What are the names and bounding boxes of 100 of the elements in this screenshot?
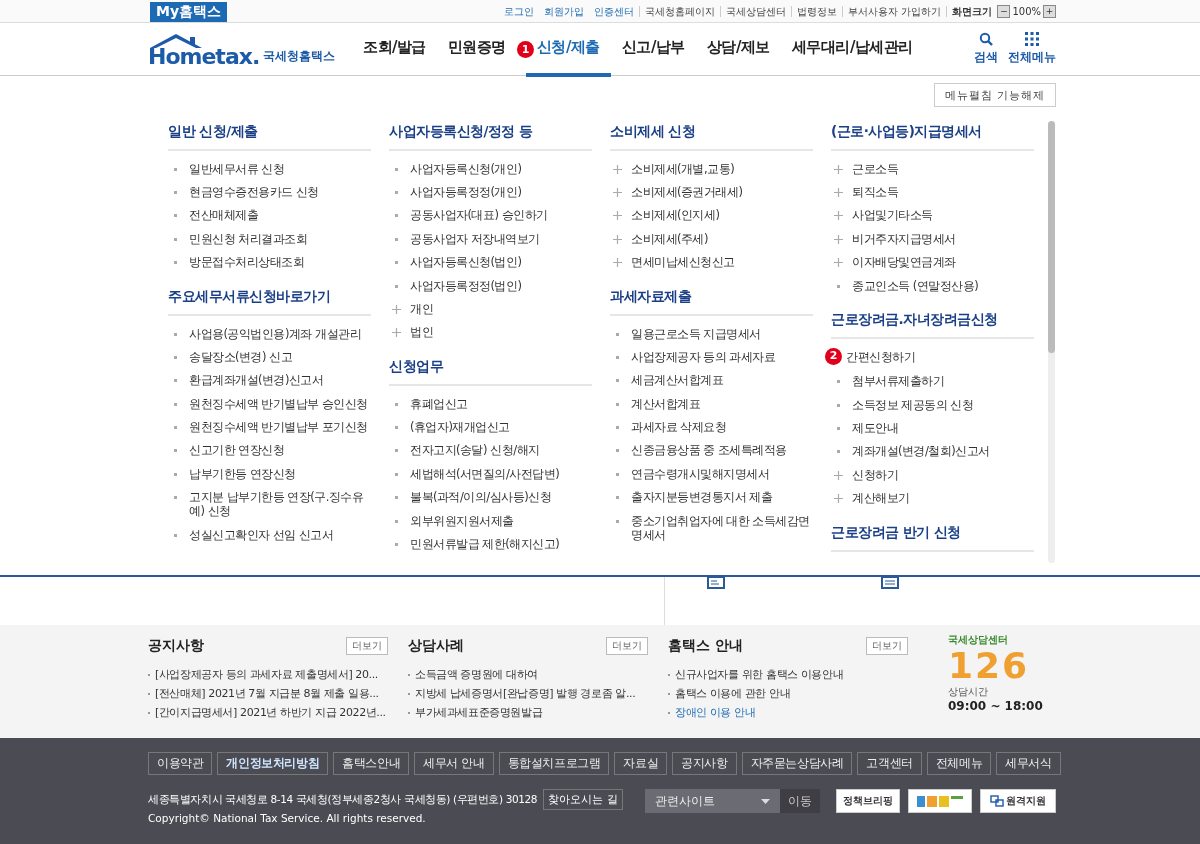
menu-link[interactable]: 신종금융상품 중 조세특례적용 — [631, 443, 787, 458]
search-button[interactable]: 검색 — [974, 32, 998, 66]
menu-link[interactable]: 사업자등록신청(개인) — [410, 161, 522, 176]
logo-wordmark[interactable]: Hometax. — [148, 44, 260, 69]
site-select[interactable]: 관련사이트 — [645, 789, 780, 813]
menu-link[interactable]: 소비제세(증권거래세) — [631, 185, 743, 200]
menu-link[interactable]: 원천징수세액 반기별납부 승인신청 — [189, 396, 368, 411]
menu-link[interactable]: 원천징수세액 반기별납부 포기신청 — [189, 420, 368, 435]
menu-toggle-button[interactable]: 메뉴펼침 기능해제 — [933, 83, 1056, 107]
menu-link[interactable]: 이자배당및연금계좌 — [852, 255, 956, 270]
menu-link[interactable]: 사업자등록정정(법인) — [410, 278, 522, 293]
menu-link[interactable]: 비거주자지급명세서 — [852, 231, 956, 246]
footer-link[interactable]: 개인정보처리방침 — [217, 752, 329, 775]
menu-link[interactable]: 세법해석(서면질의/사전답변) — [410, 466, 560, 481]
menu-link[interactable]: 과세자료 삭제요청 — [631, 420, 727, 435]
menu-link[interactable]: 사업자등록정정(개인) — [410, 185, 522, 200]
footer-link[interactable]: 자주묻는상담사례 — [741, 752, 853, 775]
menu-link[interactable]: 민원신청 처리결과조회 — [189, 231, 308, 246]
news-link[interactable]: [전산매체] 2021년 7월 지급분 8월 제출 일용... — [155, 684, 379, 703]
menu-link[interactable]: 사업자등록신청(법인) — [410, 255, 522, 270]
more-button[interactable]: 더보기 — [346, 637, 388, 655]
menu-link[interactable]: 세금계산서합계표 — [631, 373, 723, 388]
menu-link[interactable]: 소득정보 제공동의 신청 — [852, 397, 974, 412]
menu-link[interactable]: 계좌개설(변경/철회)신고서 — [852, 444, 990, 459]
menu-link[interactable]: 신고기한 연장신청 — [189, 443, 285, 458]
top-link[interactable]: 로그인 — [499, 5, 540, 17]
news-link[interactable]: [간이지급명세서] 2021년 하반기 지급 2022년... — [155, 703, 386, 722]
menu-link[interactable]: 사업및기타소득 — [852, 208, 933, 223]
my-hometax-button[interactable]: My홈택스 — [150, 2, 228, 22]
menu-link[interactable]: 공동사업자(대표) 승인하기 — [410, 208, 548, 223]
go-button[interactable]: 이동 — [780, 789, 820, 813]
menu-link[interactable]: 전산매체제출 — [189, 208, 258, 223]
footer-link[interactable]: 세무서 안내 — [414, 752, 494, 775]
menu-link[interactable]: 휴폐업신고 — [410, 396, 468, 411]
menu-link[interactable]: 전자고지(송달) 신청/해지 — [410, 443, 540, 458]
news-link[interactable]: 신규사업자를 위한 홈택스 이용안내 — [675, 665, 844, 684]
menu-link[interactable]: 개인 — [410, 301, 433, 316]
news-link[interactable]: 장애인 이용 안내 — [675, 703, 756, 722]
menu-link[interactable]: 연금수령개시및해지명세서 — [631, 466, 769, 481]
scrollbar-thumb[interactable] — [1048, 121, 1055, 353]
menu-link[interactable]: 일용근로소득 지급명세서 — [631, 326, 761, 341]
menu-link[interactable]: 계산해보기 — [852, 491, 910, 506]
menu-link[interactable]: 민원서류발급 제한(해지신고) — [410, 536, 560, 551]
menu-link[interactable]: 외부위원지원서제출 — [410, 513, 514, 528]
footer-link[interactable]: 이용약관 — [148, 752, 213, 775]
top-link[interactable]: 부서사용자 가입하기 — [842, 5, 947, 17]
center-logo-button[interactable] — [908, 789, 972, 813]
nav-tab[interactable]: 신고/납부 — [610, 21, 696, 77]
menu-link[interactable]: 근로소득 — [852, 161, 898, 176]
footer-link[interactable]: 공지사항 — [672, 752, 737, 775]
menu-link[interactable]: 방문접수처리상태조회 — [189, 255, 304, 270]
more-button[interactable]: 더보기 — [866, 637, 908, 655]
menu-link[interactable]: 소비제세(개별,교통) — [631, 161, 735, 176]
menu-link[interactable]: 고지분 납부기한등 연장(구.징수유예) 신청 — [189, 490, 371, 519]
menu-link[interactable]: 일반세무서류 신청 — [189, 161, 285, 176]
menu-link[interactable]: 출자지분등변경통지서 제출 — [631, 490, 773, 505]
top-link[interactable]: 국세상담센터 — [720, 5, 792, 17]
footer-link[interactable]: 전체메뉴 — [926, 752, 992, 775]
menu-link[interactable]: (휴업자)재개업신고 — [410, 420, 510, 435]
menu-link[interactable]: 소비제세(인지세) — [631, 208, 720, 223]
news-link[interactable]: 홈택스 이용에 관한 안내 — [675, 684, 791, 703]
menu-link[interactable]: 신청하기 — [852, 467, 898, 482]
menu-link[interactable]: 공동사업자 저장내역보기 — [410, 231, 540, 246]
menu-link[interactable]: 환급계좌개설(변경)신고서 — [189, 373, 324, 388]
footer-link[interactable]: 통합설치프로그램 — [498, 752, 610, 775]
menu-link[interactable]: 성실신고확인자 선임 신고서 — [189, 527, 334, 542]
scrollbar[interactable] — [1048, 121, 1055, 563]
footer-link[interactable]: 세무서식 — [996, 752, 1061, 775]
news-link[interactable]: 부가세과세표준증명원발급 — [415, 703, 543, 722]
footer-link[interactable]: 자료실 — [614, 752, 668, 775]
logo-name[interactable]: 국세청홈택스 — [263, 48, 336, 65]
news-link[interactable]: 소득금액 증명원에 대하여 — [415, 665, 538, 684]
menu-link[interactable]: 현금영수증전용카드 신청 — [189, 185, 319, 200]
directions-button[interactable]: 찾아오시는 길 — [543, 789, 623, 810]
top-link[interactable]: 법령정보 — [791, 5, 843, 17]
menu-link[interactable]: 중소기업취업자에 대한 소득세감면명세서 — [631, 513, 813, 542]
zoom-out-button[interactable]: − — [997, 4, 1011, 18]
menu-link[interactable]: 사업장제공자 등의 과세자료 — [631, 349, 776, 364]
footer-link[interactable]: 홈택스안내 — [333, 752, 410, 775]
menu-link[interactable]: 불복(과적/이의/심사등)신청 — [410, 490, 552, 505]
zoom-in-button[interactable]: + — [1043, 4, 1056, 18]
remote-support-button[interactable]: 원격지원 — [980, 789, 1056, 813]
menu-link[interactable]: 첨부서류제출하기 — [852, 374, 944, 389]
footer-link[interactable]: 고객센터 — [857, 752, 922, 775]
briefing-button[interactable]: 정책브리핑 — [836, 789, 900, 813]
more-button[interactable]: 더보기 — [606, 637, 648, 655]
top-link[interactable]: 회원가입 — [539, 5, 590, 17]
nav-tab[interactable]: 민원증명 — [437, 21, 517, 77]
nav-tab[interactable]: 상담/제보 — [695, 21, 781, 77]
nav-tab[interactable]: 세무대리/납세관리 — [780, 21, 924, 77]
news-link[interactable]: [사업장제공자 등의 과세자료 제출명세서] 20... — [155, 665, 378, 684]
top-link[interactable]: 인증센터 — [589, 5, 640, 17]
menu-link[interactable]: 납부기한등 연장신청 — [189, 466, 296, 481]
menu-link[interactable]: 종교인소득 (연말정산용) — [852, 278, 979, 293]
top-link[interactable]: 국세청홈페이지 — [639, 5, 721, 17]
news-link[interactable]: 지방세 납세증명서[완납증명] 발행 경로좀 알... — [415, 684, 636, 703]
menu-link[interactable]: 제도안내 — [852, 421, 898, 436]
menu-link[interactable]: 면세미납세신청신고 — [631, 255, 735, 270]
menu-link[interactable]: 법인 — [410, 325, 433, 340]
nav-tab[interactable]: 조회/발급 — [352, 21, 437, 77]
